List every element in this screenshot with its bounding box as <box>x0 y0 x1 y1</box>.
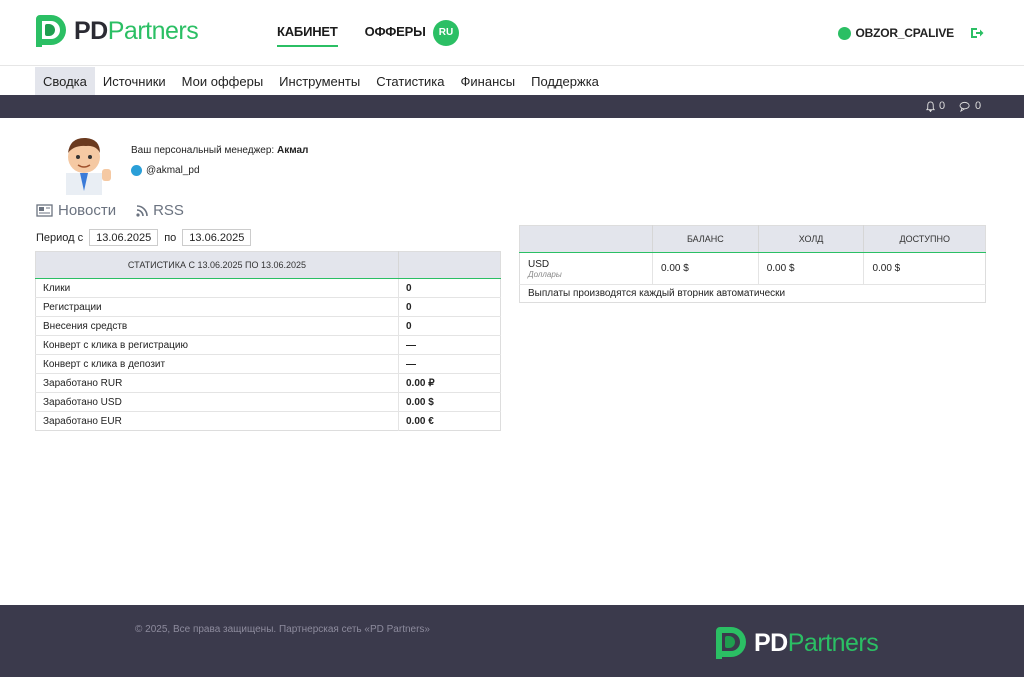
available-value: 0.00 $ <box>863 252 986 285</box>
logout-icon[interactable] <box>970 26 984 40</box>
rss-link[interactable]: RSS <box>136 202 184 219</box>
telegram-handle: @akmal_pd <box>146 165 200 176</box>
stat-label: Заработано RUR <box>35 373 399 393</box>
balance-table: Баланс Холд Доступно USD Доллары 0.00 $ … <box>519 225 986 303</box>
nav-offers[interactable]: ОФФЕРЫ <box>365 24 426 47</box>
stat-label: Заработано EUR <box>35 411 399 431</box>
currency-code: USD <box>528 258 550 270</box>
subnav-item[interactable]: Финансы <box>453 67 524 95</box>
table-row: Регистрации 0 <box>35 297 501 317</box>
language-switch[interactable]: RU <box>433 20 459 46</box>
messages-button[interactable]: 0 <box>959 100 981 112</box>
stat-label: Клики <box>35 278 399 298</box>
username: OBZOR_CPALIVE <box>855 26 954 40</box>
top-nav: КАБИНЕТ ОФФЕРЫ <box>277 24 426 47</box>
sub-nav: Сводка Источники Мои офферы Инструменты Стат… <box>0 67 1024 95</box>
news-links: Новости RSS <box>36 202 184 219</box>
stats-header: Статистика с 13.06.2025 по 13.06.2025 <box>35 251 399 279</box>
stat-label: Регистрации <box>35 297 399 317</box>
chat-count: 0 <box>975 100 982 112</box>
manager-avatar <box>66 137 111 195</box>
subnav-item[interactable]: Сводка <box>35 67 95 95</box>
table-row: USD Доллары 0.00 $ 0.00 $ 0.00 $ <box>519 252 986 285</box>
manager-info: Ваш персональный менеджер: Акмал <box>131 145 309 156</box>
header: PDPartners КАБИНЕТ ОФФЕРЫ RU OBZOR_CPALI… <box>0 0 1024 66</box>
news-link[interactable]: Новости <box>36 202 116 219</box>
period-from-input[interactable]: 13.06.2025 <box>89 229 159 246</box>
stat-value: 0 <box>398 316 501 336</box>
logo-text: PDPartners <box>74 16 199 45</box>
stat-label: Конверт с клика в депозит <box>35 354 399 374</box>
online-status-icon <box>838 26 852 40</box>
telegram-icon <box>131 165 142 176</box>
notifications-button[interactable]: 0 <box>925 100 945 112</box>
bell-count: 0 <box>939 100 946 112</box>
stats-table: Статистика с 13.06.2025 по 13.06.2025 Кл… <box>35 251 501 431</box>
hold-value: 0.00 $ <box>757 252 864 285</box>
stat-value: 0.00 $ <box>398 392 501 412</box>
stat-value: — <box>398 354 501 374</box>
stat-label: Внесения средств <box>35 316 399 336</box>
user-menu[interactable]: OBZOR_CPALIVE <box>838 26 954 40</box>
brand-logo[interactable]: PDPartners <box>36 15 199 47</box>
stat-value: 0 <box>398 297 501 317</box>
chat-icon <box>959 101 970 112</box>
manager-name: Акмал <box>276 145 309 156</box>
table-row: Конверт с клика в депозит — <box>35 354 501 374</box>
table-row: Выплаты производятся каждый вторник авто… <box>519 284 986 303</box>
subnav-item[interactable]: Статистика <box>368 67 452 95</box>
newspaper-icon <box>36 204 53 217</box>
table-row: Заработано EUR 0.00 € <box>35 411 501 431</box>
hold-header: Холд <box>757 225 864 253</box>
bell-icon <box>925 100 936 112</box>
payout-note: Выплаты производятся каждый вторник авто… <box>519 284 986 303</box>
table-row: Заработано USD 0.00 $ <box>35 392 501 412</box>
footer-logo-text: PDPartners <box>754 628 879 657</box>
rss-icon <box>136 204 148 217</box>
logo-mark-icon <box>36 15 66 47</box>
notification-bar: 0 0 <box>0 95 1024 118</box>
available-header: Доступно <box>863 225 986 253</box>
subnav-item[interactable]: Мои офферы <box>174 67 272 95</box>
stat-value: 0.00 ₽ <box>398 373 501 393</box>
subnav-item[interactable]: Инструменты <box>271 67 368 95</box>
subnav-item[interactable]: Поддержка <box>523 67 607 95</box>
manager-telegram[interactable]: @akmal_pd <box>131 165 200 176</box>
balance-value: 0.00 $ <box>652 252 759 285</box>
copyright: © 2025, Все права защищены. Партнерская … <box>135 624 430 635</box>
period-filter: Период с 13.06.2025 по 13.06.2025 <box>36 229 252 246</box>
table-row: Клики 0 <box>35 278 501 298</box>
nav-cabinet[interactable]: КАБИНЕТ <box>277 24 338 47</box>
period-to-label: по <box>164 231 177 244</box>
balance-header: Баланс <box>652 225 759 253</box>
footer-logo[interactable]: PDPartners <box>716 627 879 659</box>
stat-value: 0.00 € <box>398 411 501 431</box>
stat-value: 0 <box>398 278 501 298</box>
table-row: Внесения средств 0 <box>35 316 501 336</box>
stat-label: Конверт с клика в регистрацию <box>35 335 399 355</box>
stat-value: — <box>398 335 501 355</box>
subnav-item[interactable]: Источники <box>95 67 174 95</box>
logo-mark-icon <box>716 627 746 659</box>
table-row: Заработано RUR 0.00 ₽ <box>35 373 501 393</box>
table-row: Конверт с клика в регистрацию — <box>35 335 501 355</box>
footer: © 2025, Все права защищены. Партнерская … <box>0 605 1024 677</box>
currency-name: Доллары <box>528 269 562 279</box>
period-from-label: Период с <box>36 231 84 244</box>
stat-label: Заработано USD <box>35 392 399 412</box>
period-to-input[interactable]: 13.06.2025 <box>182 229 252 246</box>
